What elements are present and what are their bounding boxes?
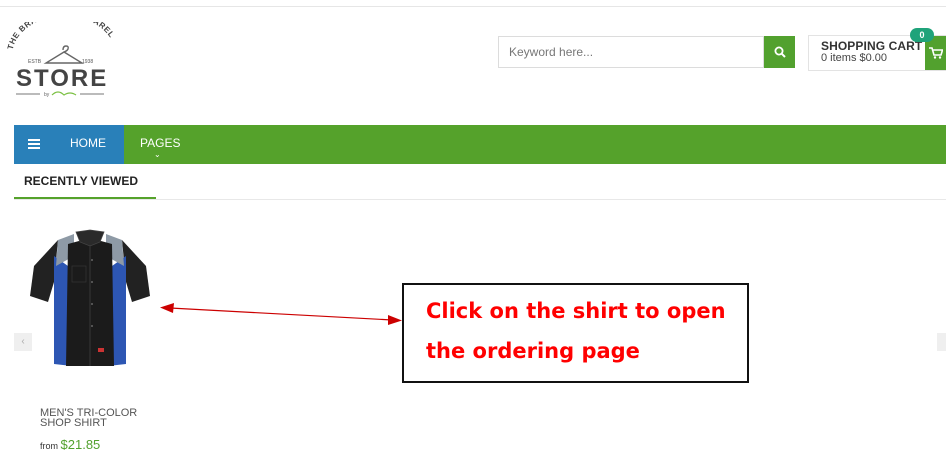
search-input[interactable] (498, 36, 764, 68)
product-image[interactable] (28, 226, 152, 372)
callout-line2: the ordering page (426, 339, 640, 363)
chevron-down-icon: ⌄ (154, 150, 161, 159)
product-name-line2: SHOP SHIRT (40, 417, 107, 429)
price-prefix: from (40, 441, 58, 451)
cart-summary: 0 items $0.00 (821, 52, 888, 64)
cart-count-badge: 0 (910, 28, 934, 42)
logo-arc-text: THE BRANDING & APPAREL (6, 22, 116, 51)
annotation-arrow (160, 303, 402, 325)
product-name[interactable]: MEN'S TRI-COLOR SHOP SHIRT (40, 408, 160, 429)
store-logo[interactable]: THE BRANDING & APPAREL ESTB 1938 STORE b… (6, 22, 122, 102)
hamburger-icon (28, 139, 40, 149)
menu-toggle[interactable]: HOME (14, 125, 124, 164)
shopping-cart[interactable]: SHOPPING CART 0 items $0.00 0 (808, 28, 946, 71)
cart-icon (929, 47, 943, 59)
cart-title: SHOPPING CART (821, 39, 923, 53)
search-icon (774, 46, 786, 58)
price-amount: $21.85 (60, 437, 101, 452)
nav-home[interactable]: HOME (70, 136, 106, 150)
hanger-icon (43, 45, 85, 64)
tab-divider (14, 199, 946, 200)
top-divider (0, 6, 946, 7)
annotation-callout: Click on the shirt to open the ordering … (402, 283, 749, 383)
logo-by: by (44, 92, 50, 98)
nav-pages[interactable]: PAGES (140, 136, 180, 150)
shirt-icon (30, 229, 150, 366)
product-price: from $21.85 (40, 437, 100, 452)
callout-line1: Click on the shirt to open (426, 299, 726, 323)
logo-store-word: STORE (16, 65, 108, 92)
search-button[interactable] (764, 36, 795, 68)
search-bar (498, 36, 796, 68)
main-navigation: HOME PAGES ⌄ (14, 125, 946, 164)
tab-recently-viewed[interactable]: RECENTLY VIEWED (14, 174, 138, 188)
svg-text:THE BRANDING & APPAREL: THE BRANDING & APPAREL (6, 22, 116, 51)
carousel-next-button[interactable] (937, 333, 946, 351)
